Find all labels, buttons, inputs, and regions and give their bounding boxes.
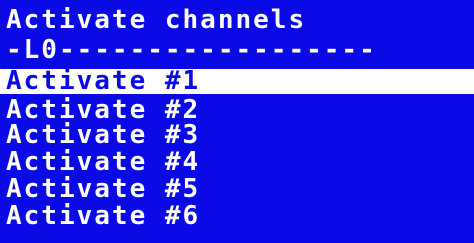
screen-subtitle-divider: -L0------------------ (6, 35, 377, 65)
menu-item-activate-4[interactable]: Activate #4 (0, 149, 474, 175)
screen-title: Activate channels (6, 5, 307, 35)
menu-item-activate-6[interactable]: Activate #6 (0, 203, 474, 229)
menu-item-activate-5[interactable]: Activate #5 (0, 176, 474, 202)
menu-item-activate-1[interactable]: Activate #1 (0, 68, 474, 94)
menu-item-activate-3[interactable]: Activate #3 (0, 122, 474, 148)
lcd-screen: Activate channels -L0------------------ … (0, 0, 474, 243)
